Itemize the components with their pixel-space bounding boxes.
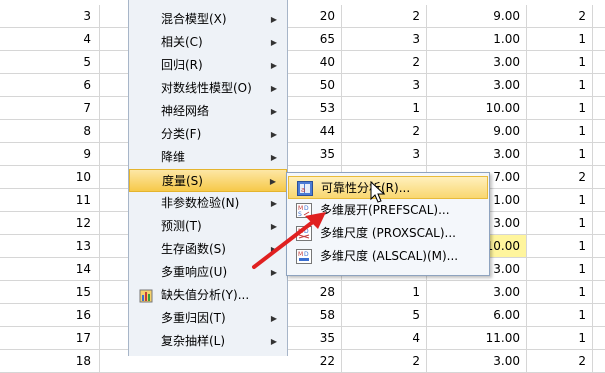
red-arrow-annotation — [252, 180, 386, 269]
